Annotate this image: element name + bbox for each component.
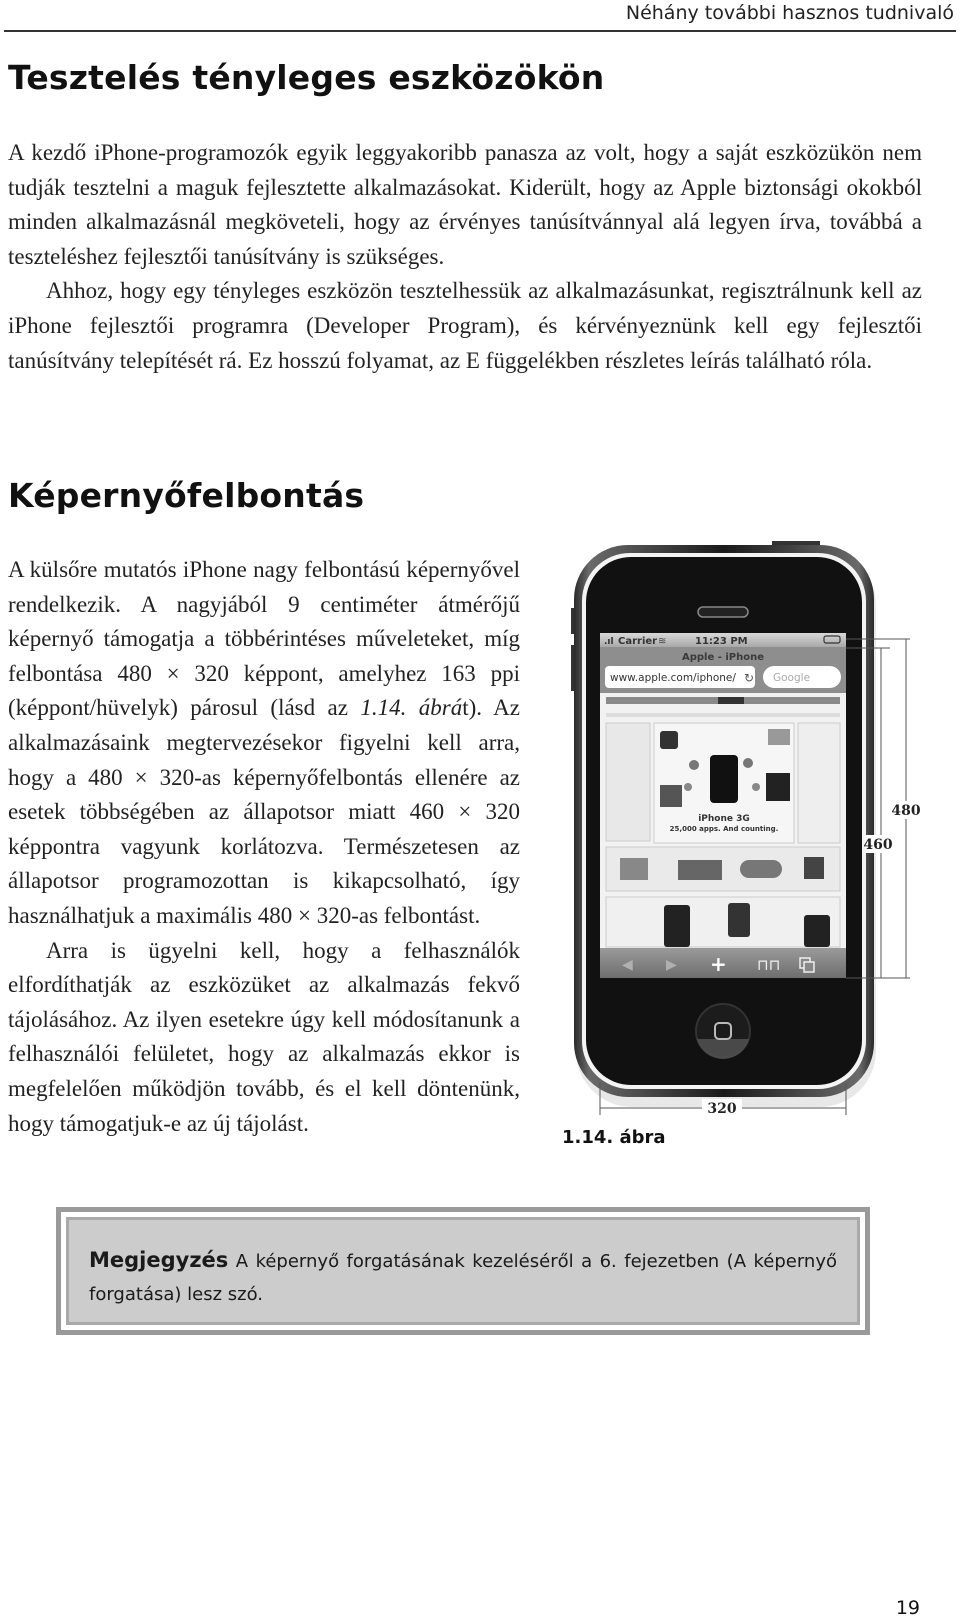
app-icon — [660, 785, 682, 807]
app-icon — [768, 729, 790, 745]
section-testing-body: A kezdő iPhone-programozók egyik leggyak… — [8, 136, 922, 378]
paragraph-text: t). Az alkalmazásaink megtervezésekor fi… — [8, 695, 520, 928]
feature-image — [620, 858, 648, 880]
reload-icon: ↻ — [744, 671, 754, 685]
site-nav-active-tab — [718, 697, 744, 704]
feature-image — [740, 860, 782, 878]
back-icon: ◀ — [622, 957, 633, 973]
forward-icon: ▶ — [666, 957, 677, 973]
app-icon — [660, 731, 678, 749]
app-screenshot — [804, 915, 830, 947]
paragraph: Arra is ügyelni kell, hogy a felhasználó… — [8, 937, 520, 1136]
figure-caption: 1.14. ábra — [562, 1127, 666, 1148]
site-right-column — [797, 722, 841, 844]
add-bookmark-icon: + — [710, 952, 727, 976]
iphone-illustration: .ıl Carrier ≋ 11:23 PM Apple - iPhone ww… — [571, 541, 921, 1117]
note-content: Megjegyzés A képernyő forgatásának kezel… — [66, 1217, 860, 1325]
note-box: Megjegyzés A képernyő forgatásának kezel… — [56, 1207, 870, 1335]
status-signal-icon: .ıl — [604, 637, 614, 647]
phone-graphic — [710, 755, 738, 803]
paragraph: Ahhoz, hogy egy tényleges eszközön teszt… — [8, 278, 922, 373]
promo-text: 25,000 apps. And counting. — [670, 825, 779, 833]
app-icon — [766, 773, 790, 801]
url-text: www.apple.com/iphone/ — [610, 672, 736, 684]
header-rule — [4, 30, 956, 32]
page-number: 19 — [895, 1597, 920, 1619]
app-bubble — [684, 783, 692, 791]
height-460-label: 460 — [863, 837, 892, 853]
note-label: Megjegyzés — [89, 1248, 229, 1272]
running-header: Néhány további hasznos tudnivaló — [625, 2, 954, 24]
status-time: 11:23 PM — [695, 636, 748, 647]
promo-headline: iPhone 3G — [698, 814, 750, 824]
section-title-resolution: Képernyőfelbontás — [8, 476, 365, 515]
paragraph: A külsőre mutatós iPhone nagy felbontású… — [8, 553, 520, 934]
site-subnav — [606, 713, 840, 717]
app-bubble — [743, 758, 753, 768]
section-title-testing: Tesztelés tényleges eszközökön — [8, 58, 605, 97]
section-resolution-body: A külsőre mutatós iPhone nagy felbontású… — [8, 553, 520, 1141]
width-320-label: 320 — [707, 1101, 736, 1117]
browser-page-title: Apple - iPhone — [682, 652, 764, 663]
site-left-column — [605, 722, 651, 842]
earpiece-speaker — [697, 606, 749, 618]
feature-image — [678, 860, 722, 880]
app-bubble — [752, 783, 760, 791]
app-bubble — [689, 760, 699, 770]
status-carrier: Carrier — [618, 636, 657, 647]
app-screenshot — [664, 905, 690, 947]
paragraph: A kezdő iPhone-programozók egyik leggyak… — [8, 140, 922, 269]
figure-reference: 1.14. ábrá — [360, 695, 463, 721]
height-480-label: 480 — [891, 803, 920, 819]
feature-image — [804, 857, 824, 879]
bookmarks-icon: ⊓⊓ — [757, 956, 780, 974]
wifi-icon: ≋ — [658, 636, 666, 647]
pages-icon-front — [803, 961, 815, 973]
iphone-figure: .ıl Carrier ≋ 11:23 PM Apple - iPhone ww… — [560, 535, 940, 1175]
search-placeholder: Google — [773, 672, 810, 684]
app-screenshot — [728, 903, 750, 937]
